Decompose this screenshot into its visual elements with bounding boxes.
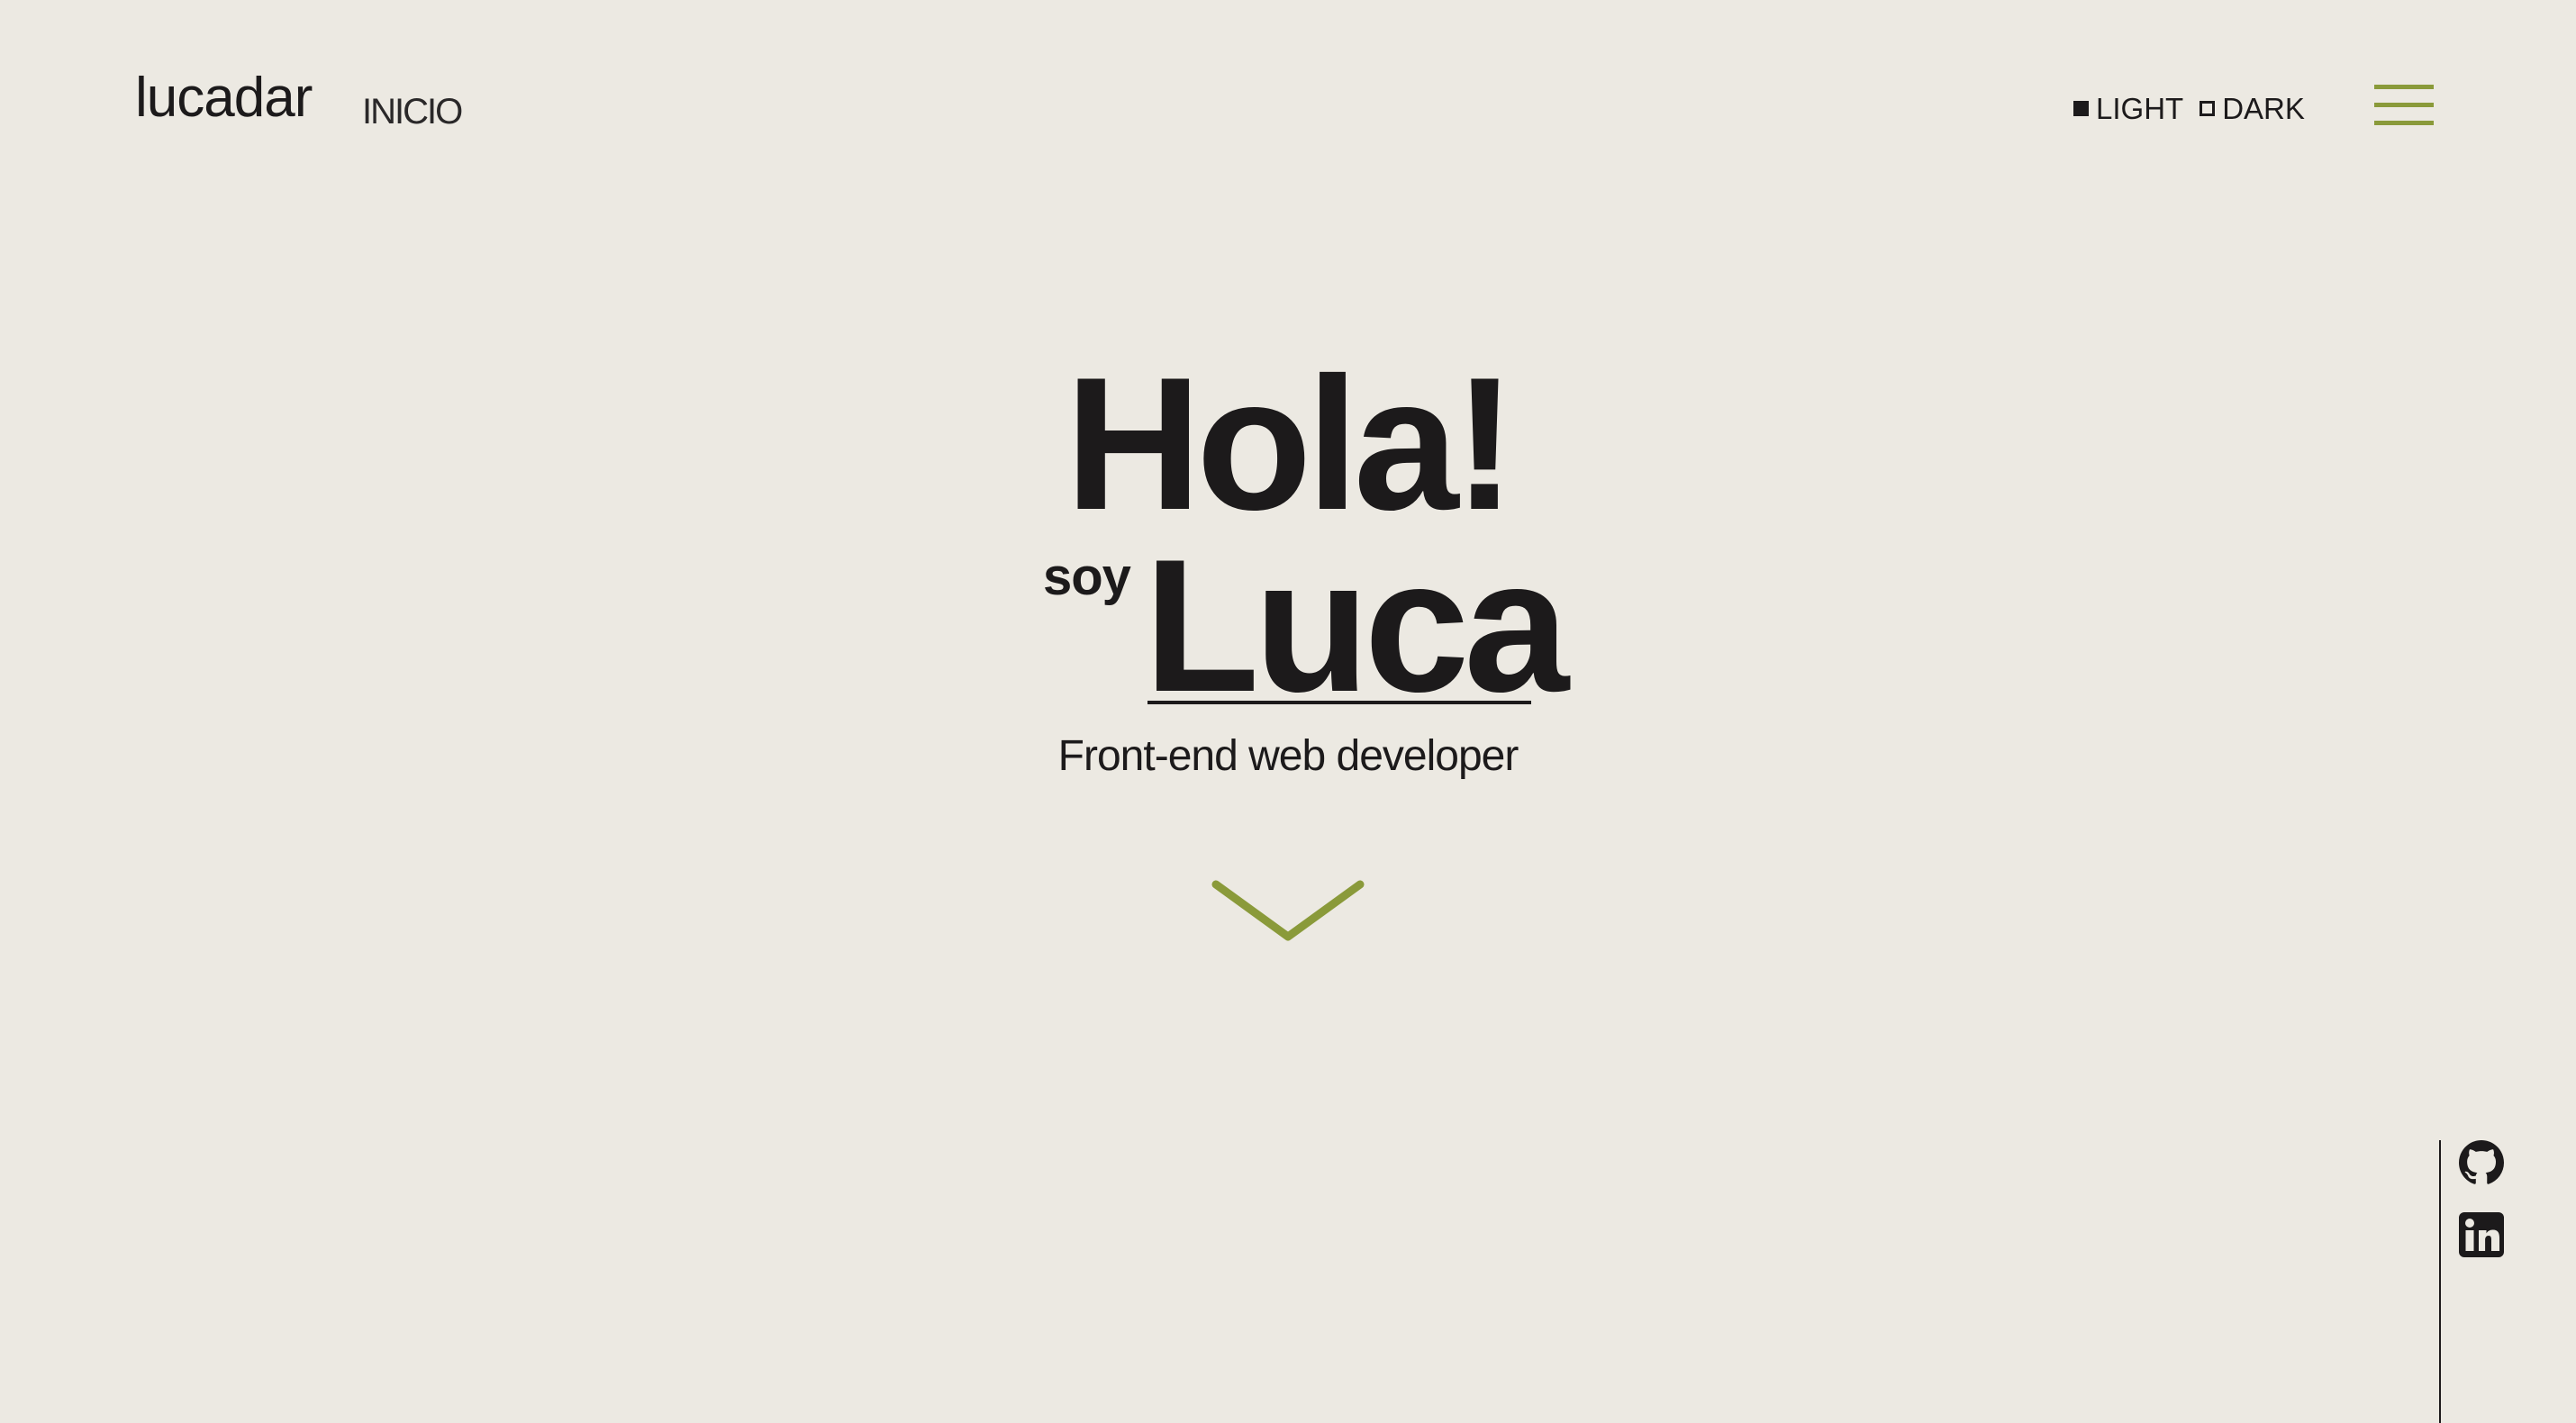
brand-logo[interactable]: lucadar (135, 70, 313, 126)
theme-option-light[interactable]: LIGHT (2073, 94, 2183, 123)
github-icon (2459, 1140, 2504, 1184)
hero-role: Front-end web developer (1057, 732, 1519, 780)
linkedin-icon (2459, 1212, 2504, 1257)
light-checkbox[interactable] (2073, 100, 2089, 116)
hero-greeting: Hola! (1065, 338, 1517, 549)
scroll-down-button[interactable] (1209, 874, 1367, 955)
name-underline (1147, 701, 1531, 704)
page: lucadar INICIO LIGHT DARK Hola! soy Luca… (0, 0, 2576, 1423)
current-section-label: INICIO (362, 92, 463, 131)
dark-checkbox[interactable] (2200, 100, 2216, 116)
light-label: LIGHT (2096, 91, 2184, 125)
social-divider (2439, 1140, 2441, 1423)
github-link[interactable] (2459, 1140, 2504, 1185)
linkedin-link[interactable] (2459, 1212, 2504, 1257)
hero-name: Luca (1144, 520, 1569, 731)
chevron-down-icon (1211, 880, 1365, 941)
theme-switch: LIGHT DARK (2073, 90, 2321, 126)
theme-option-dark[interactable]: DARK (2200, 94, 2305, 123)
menu-button[interactable] (2374, 85, 2435, 126)
hero-prefix: soy (1043, 548, 1131, 606)
dark-label: DARK (2222, 91, 2305, 125)
